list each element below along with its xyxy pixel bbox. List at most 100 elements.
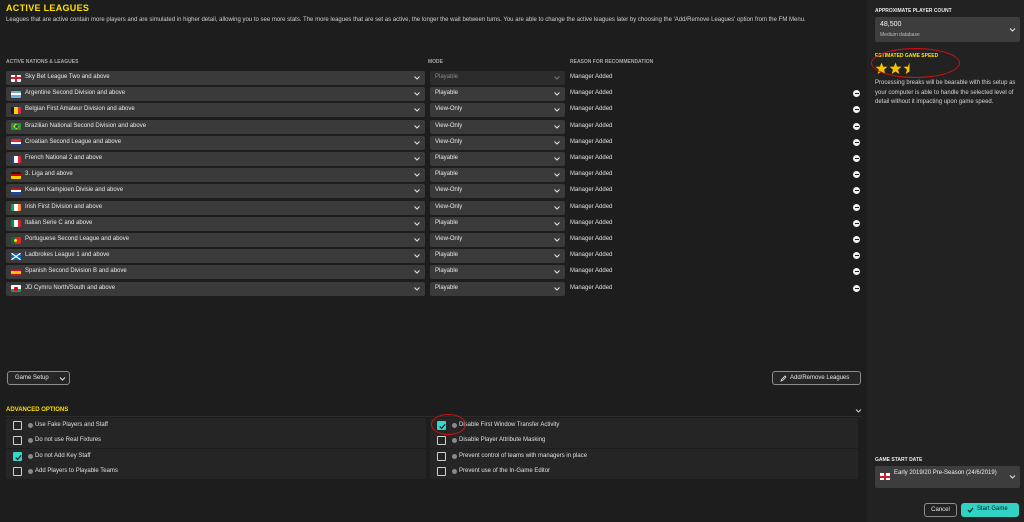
league-name: Sky Bet League Two and above <box>25 74 110 80</box>
chevron-down-icon <box>554 92 560 96</box>
remove-league-icon[interactable] <box>853 203 860 211</box>
league-select[interactable]: 3. Liga and above <box>6 168 425 183</box>
advanced-option: Do not use Real Fixtures <box>6 433 426 449</box>
league-row: JD Cymru North/South and above Playable … <box>6 281 862 296</box>
chevron-down-icon <box>59 377 66 381</box>
chevron-down-icon <box>554 238 560 242</box>
remove-league-icon[interactable] <box>853 155 860 162</box>
league-name: 3. Liga and above <box>25 171 73 178</box>
option-checkbox[interactable] <box>13 466 22 476</box>
league-reason: Manager Added <box>570 284 613 291</box>
remove-league-icon[interactable] <box>853 106 860 114</box>
option-checkbox[interactable] <box>437 451 446 461</box>
cancel-button[interactable]: Cancel <box>924 503 957 517</box>
chevron-down-icon <box>554 76 560 80</box>
remove-league-icon[interactable] <box>853 268 860 276</box>
league-mode-select[interactable]: Playable <box>430 216 565 231</box>
remove-league-icon[interactable] <box>853 236 860 243</box>
option-label: Prevent use of the In-Game Editor <box>459 467 551 474</box>
option-checkbox[interactable] <box>13 451 22 461</box>
remove-league-icon[interactable] <box>853 90 860 98</box>
chevron-down-icon <box>414 221 420 226</box>
intro-text: Leagues that are active contain more pla… <box>6 17 806 23</box>
league-mode-select[interactable]: View-Only <box>430 184 565 199</box>
league-mode-select[interactable]: View-Only <box>430 135 565 150</box>
option-checkbox[interactable] <box>437 466 446 476</box>
league-reason: Manager Added <box>570 106 613 113</box>
remove-league-icon[interactable] <box>853 187 860 195</box>
chevron-down-icon <box>554 173 560 177</box>
league-row: Brazilian National Second Division and a… <box>6 119 862 134</box>
advanced-option: Do not Add Key Staff <box>6 448 426 464</box>
league-row: Argentine Second Division and above Play… <box>6 87 862 102</box>
start-game-button[interactable]: Start Game <box>961 503 1019 517</box>
league-mode-select[interactable]: Playable <box>430 249 565 264</box>
league-select[interactable]: Belgian First Amateur Division and above <box>6 103 425 118</box>
start-date-select[interactable]: Early 2019/20 Pre-Season (24/6/2019) <box>875 466 1020 488</box>
info-icon[interactable] <box>28 453 33 459</box>
info-icon[interactable] <box>28 423 33 428</box>
info-icon[interactable] <box>452 468 457 474</box>
remove-league-icon[interactable] <box>853 138 860 146</box>
info-icon[interactable] <box>452 438 457 444</box>
chevron-down-icon <box>554 124 560 129</box>
chevron-down-icon <box>414 92 420 96</box>
chevron-down-icon <box>554 270 560 275</box>
chevron-down-icon <box>414 157 420 161</box>
league-select[interactable]: French National 2 and above <box>6 152 425 166</box>
league-mode-select[interactable]: Playable <box>430 87 565 102</box>
remove-league-icon[interactable] <box>853 122 860 130</box>
add-remove-leagues-button[interactable]: Add/Remove Leagues <box>772 371 861 385</box>
league-select[interactable]: Keuken Kampioen Divisie and above <box>6 184 425 199</box>
league-mode-select[interactable]: View-Only <box>430 119 565 134</box>
league-row: Keuken Kampioen Divisie and above View-O… <box>6 184 862 199</box>
league-mode-select[interactable]: Playable <box>430 168 565 183</box>
remove-league-icon[interactable] <box>853 284 860 292</box>
player-count-select[interactable]: 48,500 Medium database <box>875 17 1020 42</box>
collapse-chevron-icon[interactable] <box>855 408 862 414</box>
game-setup-button[interactable]: Game Setup <box>7 371 70 385</box>
remove-league-icon[interactable] <box>853 219 860 227</box>
league-mode-select[interactable]: Playable <box>430 152 565 166</box>
england-flag-icon <box>11 74 21 82</box>
advanced-option: Disable First Window Transfer Activity <box>430 418 858 433</box>
league-mode-select[interactable]: View-Only <box>430 200 565 215</box>
ireland-flag-icon <box>11 204 21 212</box>
chevron-down-icon <box>414 189 420 194</box>
league-select[interactable]: Brazilian National Second Division and a… <box>6 119 425 134</box>
sidebar: APPROXIMATE PLAYER COUNT 48,500 Medium d… <box>867 0 1024 522</box>
league-mode-select[interactable]: Playable <box>430 265 565 280</box>
league-select[interactable]: Argentine Second Division and above <box>6 87 425 102</box>
league-mode-select[interactable]: View-Only <box>430 233 565 247</box>
remove-league-icon[interactable] <box>853 171 860 179</box>
league-select[interactable]: Sky Bet League Two and above <box>6 71 425 85</box>
page-title: ACTIVE LEAGUES <box>6 3 90 13</box>
league-mode-select[interactable]: Playable <box>430 281 565 296</box>
league-mode-select: Playable <box>430 71 565 85</box>
league-reason: Manager Added <box>570 252 613 259</box>
league-select[interactable]: Ladbrokes League 1 and above <box>6 249 425 264</box>
league-select[interactable]: Portuguese Second League and above <box>6 233 425 247</box>
info-icon[interactable] <box>28 438 33 444</box>
remove-league-icon[interactable] <box>853 252 860 260</box>
info-icon[interactable] <box>28 468 33 474</box>
league-row: Croatian Second League and above View-On… <box>6 135 862 150</box>
netherlands-flag-icon <box>11 187 21 195</box>
option-checkbox[interactable] <box>13 421 22 430</box>
scotland-flag-icon <box>11 252 21 260</box>
option-checkbox[interactable] <box>437 436 446 446</box>
spain-flag-icon <box>11 268 21 276</box>
info-icon[interactable] <box>452 453 457 459</box>
league-mode-select[interactable]: View-Only <box>430 103 565 118</box>
option-label: Use Fake Players and Staff <box>35 422 108 428</box>
league-select[interactable]: Croatian Second League and above <box>6 135 425 150</box>
player-count-label: APPROXIMATE PLAYER COUNT <box>875 8 952 14</box>
check-icon <box>967 507 974 513</box>
option-checkbox[interactable] <box>13 436 22 446</box>
league-select[interactable]: JD Cymru North/South and above <box>6 281 425 296</box>
league-select[interactable]: Spanish Second Division B and above <box>6 265 425 280</box>
league-mode-value: Playable <box>435 268 459 275</box>
league-select[interactable]: Irish First Division and above <box>6 200 425 215</box>
league-select[interactable]: Italian Serie C and above <box>6 216 425 231</box>
league-name: JD Cymru North/South and above <box>25 284 116 291</box>
